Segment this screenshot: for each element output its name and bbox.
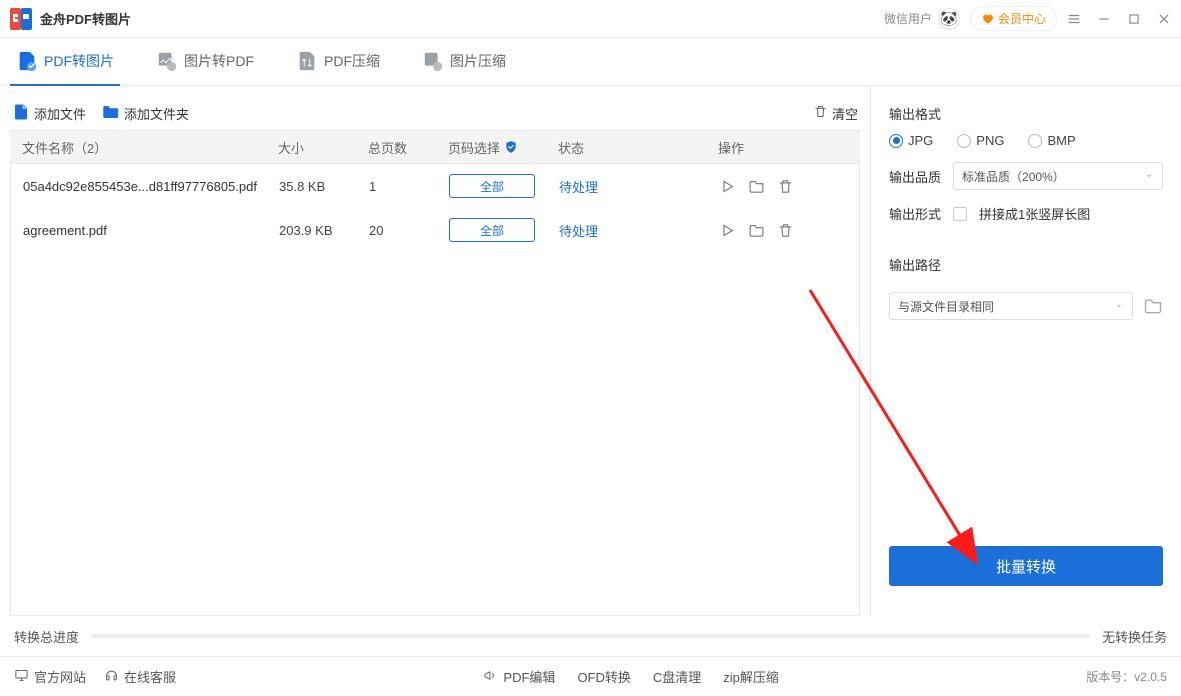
chevron-down-icon	[1114, 301, 1124, 311]
file-toolbar: 添加文件 添加文件夹 清空	[10, 96, 860, 130]
browse-folder-icon[interactable]	[1143, 296, 1163, 316]
bottom-bar: 官方网站 在线客服 PDF编辑 OFD转换 C盘清理 zip解压缩 版本号：v2…	[0, 656, 1181, 696]
close-icon[interactable]	[1157, 12, 1171, 26]
progress-track	[91, 634, 1090, 638]
app-title: 金舟PDF转图片	[40, 9, 131, 28]
radio-png[interactable]: PNG	[957, 133, 1004, 148]
left-panel: 添加文件 添加文件夹 清空 文件名称（2） 大小 总页数 页码	[0, 86, 871, 616]
mode-label: 输出形式	[889, 204, 941, 223]
trash-icon	[813, 104, 828, 122]
add-folder-button[interactable]: 添加文件夹	[100, 103, 189, 124]
tab-label: 图片压缩	[450, 51, 506, 71]
table-body: 05a4dc92e855453e...d81ff97776805.pdf 35.…	[10, 164, 860, 616]
batch-convert-button[interactable]: 批量转换	[889, 546, 1163, 586]
file-icon	[12, 103, 30, 124]
avatar[interactable]: 🐼	[938, 8, 960, 30]
cell-size: 35.8 KB	[279, 179, 369, 194]
window-controls	[1067, 12, 1171, 26]
maximize-icon[interactable]	[1127, 12, 1141, 26]
vip-button[interactable]: 会员中心	[970, 6, 1057, 31]
cell-name: agreement.pdf	[19, 223, 279, 238]
format-radio-group: JPG PNG BMP	[889, 133, 1163, 148]
pdf-to-image-icon	[16, 50, 38, 72]
table-row: 05a4dc92e855453e...d81ff97776805.pdf 35.…	[11, 164, 859, 208]
tabs-bar: PDF转图片 图片转PDF PDF压缩 图片压缩	[0, 38, 1181, 86]
path-label: 输出路径	[889, 255, 1163, 274]
quality-label: 输出品质	[889, 167, 941, 186]
pdf-compress-icon	[296, 50, 318, 72]
format-label: 输出格式	[889, 104, 1163, 123]
link-c-clean[interactable]: C盘清理	[653, 667, 701, 686]
titlebar: 金舟PDF转图片 微信用户 🐼 会员中心	[0, 0, 1181, 38]
add-folder-label: 添加文件夹	[124, 104, 189, 123]
tab-image-to-pdf[interactable]: 图片转PDF	[150, 38, 260, 86]
add-file-button[interactable]: 添加文件	[12, 103, 86, 124]
progress-bar-area: 转换总进度 无转换任务	[0, 616, 1181, 656]
col-header-ops: 操作	[718, 138, 818, 157]
headset-icon	[104, 668, 119, 686]
megaphone-icon	[483, 668, 498, 686]
page-select-button[interactable]: 全部	[449, 174, 535, 198]
wx-user-label: 微信用户	[884, 10, 932, 27]
cell-name: 05a4dc92e855453e...d81ff97776805.pdf	[19, 179, 279, 194]
support-link[interactable]: 在线客服	[104, 667, 176, 686]
folder-icon	[100, 103, 120, 124]
image-to-pdf-icon	[156, 50, 178, 72]
table-header: 文件名称（2） 大小 总页数 页码选择 状态 操作	[10, 130, 860, 164]
play-icon[interactable]	[719, 178, 736, 195]
stitch-checkbox[interactable]	[953, 207, 967, 221]
radio-jpg[interactable]: JPG	[889, 133, 933, 148]
tab-image-compress[interactable]: 图片压缩	[416, 38, 512, 86]
chevron-down-icon	[1144, 171, 1154, 181]
tab-label: PDF压缩	[324, 51, 380, 71]
clear-button[interactable]: 清空	[813, 104, 858, 123]
page-select-button[interactable]: 全部	[449, 218, 535, 242]
cell-pages: 1	[369, 179, 449, 194]
tab-label: 图片转PDF	[184, 51, 254, 71]
play-icon[interactable]	[719, 222, 736, 239]
cell-status: 待处理	[559, 180, 598, 195]
add-file-label: 添加文件	[34, 104, 86, 123]
tab-pdf-compress[interactable]: PDF压缩	[290, 38, 386, 86]
table-row: agreement.pdf 203.9 KB 20 全部 待处理	[11, 208, 859, 252]
vip-label: 会员中心	[998, 10, 1046, 27]
delete-icon[interactable]	[777, 222, 794, 239]
tab-label: PDF转图片	[44, 51, 114, 71]
cell-size: 203.9 KB	[279, 223, 369, 238]
monitor-icon	[14, 668, 29, 686]
progress-status: 无转换任务	[1102, 627, 1167, 646]
app-icon	[10, 8, 32, 30]
col-header-pages: 总页数	[368, 138, 448, 157]
link-zip-extract[interactable]: zip解压缩	[723, 667, 779, 686]
official-site-link[interactable]: 官方网站	[14, 667, 86, 686]
cell-pages: 20	[369, 223, 449, 238]
col-header-size: 大小	[278, 138, 368, 157]
version-label: 版本号：v2.0.5	[1086, 668, 1167, 685]
menu-icon[interactable]	[1067, 12, 1081, 26]
delete-icon[interactable]	[777, 178, 794, 195]
path-select[interactable]: 与源文件目录相同	[889, 292, 1133, 320]
minimize-icon[interactable]	[1097, 12, 1111, 26]
col-header-name: 文件名称（2）	[18, 138, 278, 157]
cell-status: 待处理	[559, 224, 598, 239]
link-pdf-edit[interactable]: PDF编辑	[483, 667, 555, 686]
link-ofd-convert[interactable]: OFD转换	[577, 667, 630, 686]
open-folder-icon[interactable]	[748, 222, 765, 239]
open-folder-icon[interactable]	[748, 178, 765, 195]
col-header-page-select: 页码选择	[448, 138, 558, 157]
image-compress-icon	[422, 50, 444, 72]
clear-label: 清空	[832, 104, 858, 123]
col-header-status: 状态	[558, 138, 718, 157]
stitch-label: 拼接成1张竖屏长图	[979, 204, 1090, 223]
quality-select[interactable]: 标准品质（200%）	[953, 162, 1163, 190]
radio-bmp[interactable]: BMP	[1028, 133, 1075, 148]
shield-icon	[504, 140, 518, 154]
progress-label: 转换总进度	[14, 627, 79, 646]
settings-panel: 输出格式 JPG PNG BMP 输出品质 标准品质（200%）	[871, 86, 1181, 616]
tab-pdf-to-image[interactable]: PDF转图片	[10, 38, 120, 86]
